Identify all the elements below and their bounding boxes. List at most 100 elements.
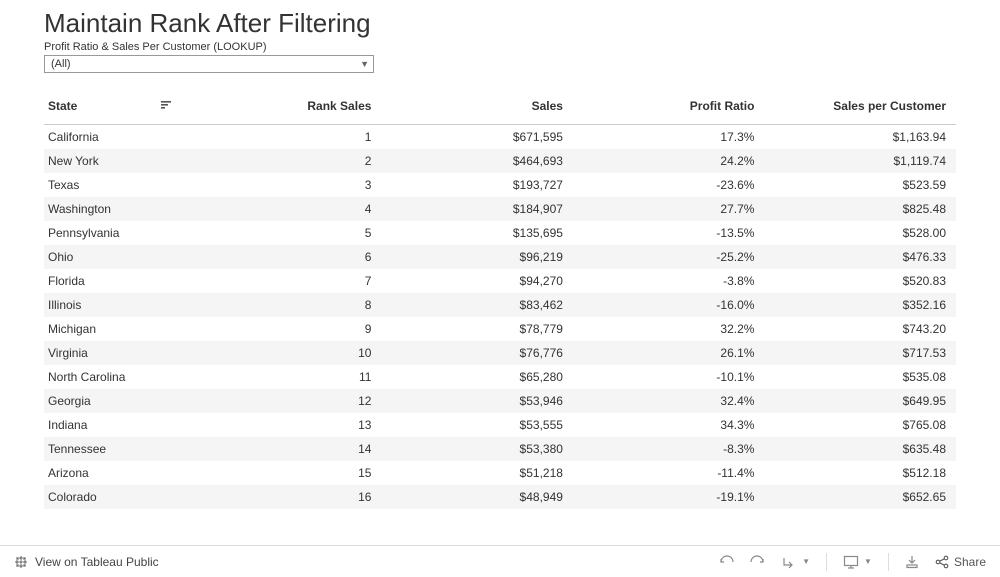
cell-state: Georgia <box>44 389 217 413</box>
cell-spc: $717.53 <box>764 341 956 365</box>
cell-profit_ratio: 34.3% <box>573 413 765 437</box>
cell-profit_ratio: -11.4% <box>573 461 765 485</box>
table-row[interactable]: Michigan9$78,77932.2%$743.20 <box>44 317 956 341</box>
cell-rank: 16 <box>217 485 381 509</box>
tableau-logo-icon <box>14 555 28 569</box>
cell-sales: $51,218 <box>381 461 573 485</box>
cell-rank: 1 <box>217 124 381 149</box>
table-row[interactable]: Indiana13$53,55534.3%$765.08 <box>44 413 956 437</box>
cell-state: Virginia <box>44 341 217 365</box>
cell-spc: $535.08 <box>764 365 956 389</box>
cell-sales: $184,907 <box>381 197 573 221</box>
column-header-profit-ratio[interactable]: Profit Ratio <box>573 91 765 124</box>
cell-spc: $476.33 <box>764 245 956 269</box>
cell-sales: $96,219 <box>381 245 573 269</box>
cell-sales: $94,270 <box>381 269 573 293</box>
cell-profit_ratio: -10.1% <box>573 365 765 389</box>
cell-sales: $135,695 <box>381 221 573 245</box>
cell-rank: 4 <box>217 197 381 221</box>
cell-state: Texas <box>44 173 217 197</box>
table-row[interactable]: Texas3$193,727-23.6%$523.59 <box>44 173 956 197</box>
cell-sales: $78,779 <box>381 317 573 341</box>
column-header-state[interactable]: State <box>44 91 217 124</box>
cell-spc: $825.48 <box>764 197 956 221</box>
cell-rank: 2 <box>217 149 381 173</box>
cell-sales: $65,280 <box>381 365 573 389</box>
divider <box>888 553 889 571</box>
table-row[interactable]: Pennsylvania5$135,695-13.5%$528.00 <box>44 221 956 245</box>
cell-sales: $76,776 <box>381 341 573 365</box>
table-row[interactable]: North Carolina11$65,280-10.1%$535.08 <box>44 365 956 389</box>
cell-rank: 15 <box>217 461 381 485</box>
cell-rank: 12 <box>217 389 381 413</box>
cell-profit_ratio: 32.4% <box>573 389 765 413</box>
cell-spc: $1,163.94 <box>764 124 956 149</box>
cell-spc: $1,119.74 <box>764 149 956 173</box>
cell-sales: $48,949 <box>381 485 573 509</box>
page-title: Maintain Rank After Filtering <box>44 8 956 39</box>
table-row[interactable]: New York2$464,69324.2%$1,119.74 <box>44 149 956 173</box>
cell-profit_ratio: 27.7% <box>573 197 765 221</box>
cell-spc: $520.83 <box>764 269 956 293</box>
cell-state: Washington <box>44 197 217 221</box>
cell-state: Florida <box>44 269 217 293</box>
table-row[interactable]: California1$671,59517.3%$1,163.94 <box>44 124 956 149</box>
column-header-sales[interactable]: Sales <box>381 91 573 124</box>
cell-profit_ratio: -23.6% <box>573 173 765 197</box>
cell-rank: 3 <box>217 173 381 197</box>
share-button[interactable]: Share <box>935 555 986 569</box>
cell-rank: 14 <box>217 437 381 461</box>
cell-profit_ratio: -25.2% <box>573 245 765 269</box>
cell-spc: $528.00 <box>764 221 956 245</box>
cell-state: Tennessee <box>44 437 217 461</box>
cell-spc: $352.16 <box>764 293 956 317</box>
chevron-down-icon: ▼ <box>360 59 369 69</box>
presentation-button[interactable]: ▼ <box>843 555 872 569</box>
filter-dropdown[interactable]: (All) ▼ <box>44 55 374 73</box>
cell-state: Michigan <box>44 317 217 341</box>
footer-toolbar: View on Tableau Public ▼ ▼ Share <box>0 545 1000 577</box>
cell-sales: $193,727 <box>381 173 573 197</box>
chevron-down-icon: ▼ <box>802 557 810 566</box>
cell-profit_ratio: -3.8% <box>573 269 765 293</box>
cell-profit_ratio: -8.3% <box>573 437 765 461</box>
cell-state: Arizona <box>44 461 217 485</box>
column-header-rank[interactable]: Rank Sales <box>217 91 381 124</box>
cell-state: California <box>44 124 217 149</box>
table-row[interactable]: Colorado16$48,949-19.1%$652.65 <box>44 485 956 509</box>
cell-sales: $53,380 <box>381 437 573 461</box>
chevron-down-icon: ▼ <box>864 557 872 566</box>
cell-state: New York <box>44 149 217 173</box>
column-header-spc[interactable]: Sales per Customer <box>764 91 956 124</box>
table-row[interactable]: Ohio6$96,219-25.2%$476.33 <box>44 245 956 269</box>
cell-spc: $743.20 <box>764 317 956 341</box>
redo-button[interactable] <box>749 555 767 569</box>
share-label: Share <box>954 555 986 569</box>
table-row[interactable]: Illinois8$83,462-16.0%$352.16 <box>44 293 956 317</box>
table-row[interactable]: Tennessee14$53,380-8.3%$635.48 <box>44 437 956 461</box>
cell-sales: $671,595 <box>381 124 573 149</box>
download-button[interactable] <box>905 555 919 569</box>
view-on-tableau-link[interactable]: View on Tableau Public <box>35 555 159 569</box>
cell-profit_ratio: -19.1% <box>573 485 765 509</box>
cell-profit_ratio: 17.3% <box>573 124 765 149</box>
table-row[interactable]: Arizona15$51,218-11.4%$512.18 <box>44 461 956 485</box>
cell-sales: $53,946 <box>381 389 573 413</box>
undo-button[interactable] <box>717 555 735 569</box>
divider <box>826 553 827 571</box>
cell-rank: 5 <box>217 221 381 245</box>
table-row[interactable]: Virginia10$76,77626.1%$717.53 <box>44 341 956 365</box>
revert-button[interactable]: ▼ <box>781 555 810 569</box>
cell-spc: $652.65 <box>764 485 956 509</box>
cell-spc: $512.18 <box>764 461 956 485</box>
data-table: State Rank Sales Sales Profit Ratio Sale… <box>44 91 956 509</box>
cell-state: Colorado <box>44 485 217 509</box>
cell-spc: $765.08 <box>764 413 956 437</box>
table-row[interactable]: Washington4$184,90727.7%$825.48 <box>44 197 956 221</box>
cell-profit_ratio: 32.2% <box>573 317 765 341</box>
table-row[interactable]: Florida7$94,270-3.8%$520.83 <box>44 269 956 293</box>
table-row[interactable]: Georgia12$53,94632.4%$649.95 <box>44 389 956 413</box>
cell-rank: 10 <box>217 341 381 365</box>
cell-profit_ratio: 26.1% <box>573 341 765 365</box>
cell-state: North Carolina <box>44 365 217 389</box>
